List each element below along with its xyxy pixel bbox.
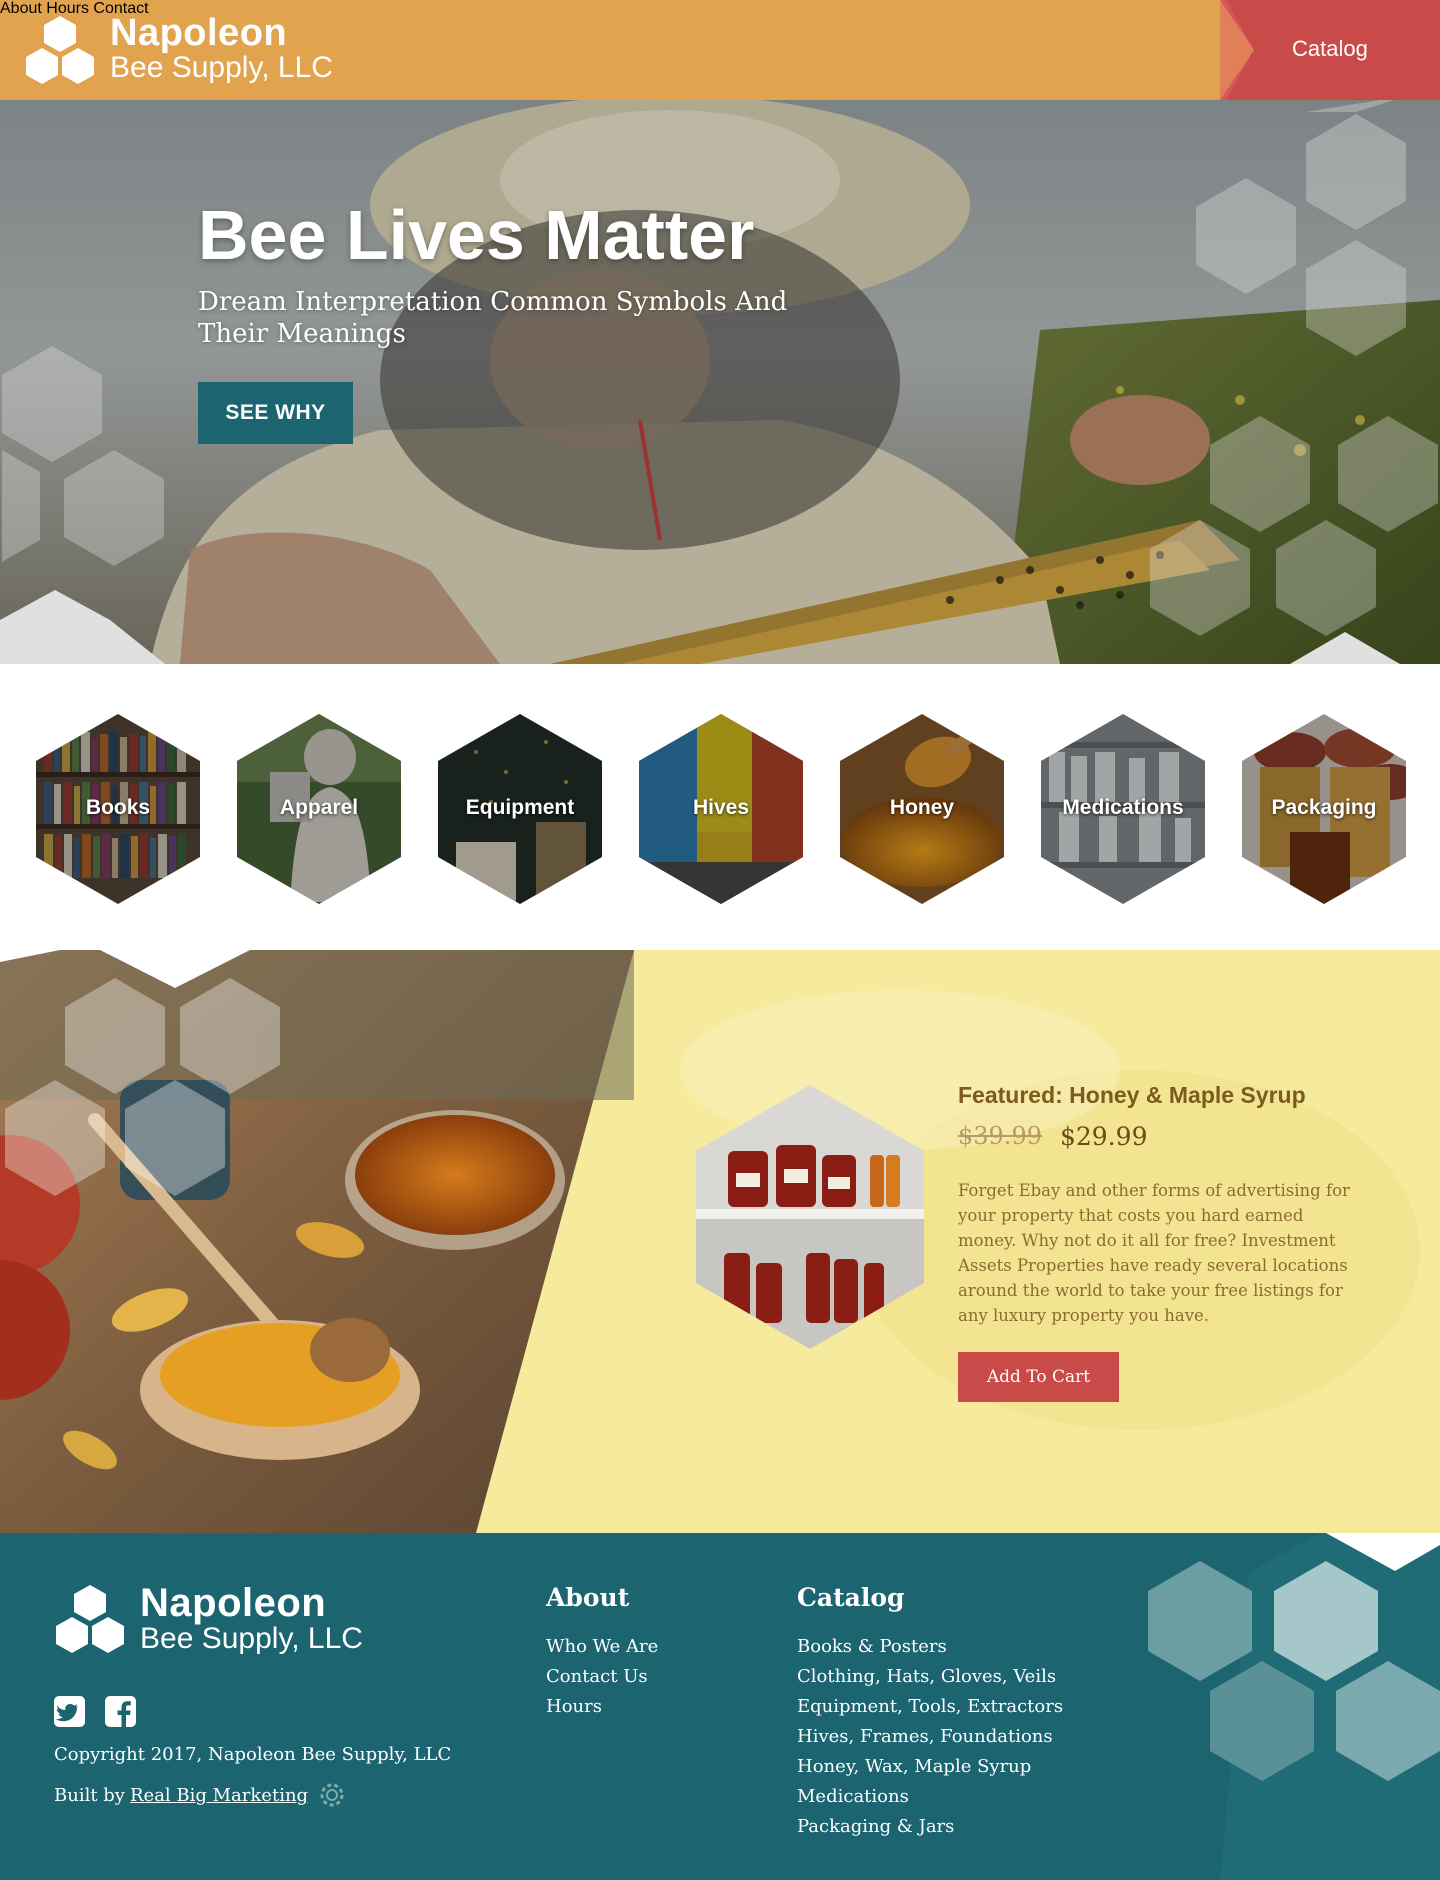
footer-logo[interactable]: Napoleon Bee Supply, LLC <box>54 1583 363 1655</box>
category-apparel-label: Apparel <box>279 796 359 819</box>
category-apparel[interactable]: Apparel <box>235 712 403 906</box>
footer-link-contact-us[interactable]: Contact Us <box>546 1662 658 1692</box>
gear-icon <box>320 1783 344 1807</box>
social-links <box>54 1696 136 1727</box>
footer-link-honey[interactable]: Honey, Wax, Maple Syrup <box>797 1752 1063 1782</box>
category-medications[interactable]: Medications <box>1039 712 1207 906</box>
copyright-text: Copyright 2017, Napoleon Bee Supply, LLC <box>54 1744 452 1765</box>
footer-link-hours[interactable]: Hours <box>546 1692 658 1722</box>
category-equipment-label: Equipment <box>465 796 575 819</box>
featured-product-image <box>696 1085 924 1349</box>
category-equipment[interactable]: Equipment <box>436 712 604 906</box>
add-to-cart-button[interactable]: Add To Cart <box>958 1352 1119 1402</box>
category-books-label: Books <box>85 796 151 819</box>
footer-link-equipment[interactable]: Equipment, Tools, Extractors <box>797 1692 1063 1722</box>
footer-logo-subtitle: Bee Supply, LLC <box>140 1622 363 1655</box>
hero-subtitle: Dream Interpretation Common Symbols And … <box>198 287 788 349</box>
footer-about-heading: About <box>546 1583 630 1612</box>
category-hives-label: Hives <box>692 796 750 819</box>
featured-title[interactable]: Featured: Honey & Maple Syrup <box>958 1082 1306 1109</box>
category-honey-label: Honey <box>889 796 955 819</box>
footer-link-hives[interactable]: Hives, Frames, Foundations <box>797 1722 1063 1752</box>
logo-subtitle: Bee Supply, LLC <box>110 51 333 84</box>
category-medications-label: Medications <box>1062 796 1184 819</box>
category-packaging[interactable]: Packaging <box>1240 712 1408 906</box>
site-footer: Napoleon Bee Supply, LLC Copyright 2017,… <box>0 1533 1440 1880</box>
hexagon-logo-icon <box>56 1585 124 1653</box>
footer-link-books[interactable]: Books & Posters <box>797 1632 1063 1662</box>
category-packaging-label: Packaging <box>1271 796 1377 819</box>
category-hives[interactable]: Hives <box>637 712 805 906</box>
category-books[interactable]: Books <box>34 712 202 906</box>
footer-catalog-heading: Catalog <box>797 1583 905 1612</box>
footer-link-packaging[interactable]: Packaging & Jars <box>797 1812 1063 1842</box>
hero-section: Bee Lives Matter Dream Interpretation Co… <box>0 100 1440 664</box>
footer-catalog-column: Catalog Books & Posters Clothing, Hats, … <box>797 1583 1063 1842</box>
built-by-link[interactable]: Real Big Marketing <box>130 1785 308 1806</box>
category-grid: Books Apparel Equipment Hives Honey Medi… <box>0 664 1440 950</box>
footer-link-clothing[interactable]: Clothing, Hats, Gloves, Veils <box>797 1662 1063 1692</box>
catalog-tab-arrow <box>1220 0 1254 100</box>
built-by-prefix: Built by <box>54 1784 125 1806</box>
featured-price: $29.99 <box>1060 1122 1148 1151</box>
hero-title: Bee Lives Matter <box>198 196 755 274</box>
footer-link-who-we-are[interactable]: Who We Are <box>546 1632 658 1662</box>
footer-about-column: About Who We Are Contact Us Hours <box>546 1583 658 1722</box>
header-logo[interactable]: Napoleon Bee Supply, LLC <box>24 14 333 86</box>
logo-name: Napoleon <box>110 12 288 54</box>
category-honey[interactable]: Honey <box>838 712 1006 906</box>
footer-logo-name: Napoleon <box>140 1581 327 1625</box>
footer-link-medications[interactable]: Medications <box>797 1782 1063 1812</box>
featured-old-price: $39.99 <box>958 1122 1042 1150</box>
built-by: Built by Real Big Marketing <box>54 1781 346 1809</box>
see-why-button[interactable]: SEE WHY <box>198 382 353 444</box>
facebook-icon[interactable] <box>105 1696 136 1727</box>
hexagon-logo-icon <box>26 16 94 84</box>
featured-section: Featured: Honey & Maple Syrup $39.99 $29… <box>0 950 1440 1533</box>
featured-description: Forget Ebay and other forms of advertisi… <box>958 1181 1350 1325</box>
twitter-icon[interactable] <box>54 1696 85 1727</box>
nav-catalog-label: Catalog <box>1292 36 1368 61</box>
